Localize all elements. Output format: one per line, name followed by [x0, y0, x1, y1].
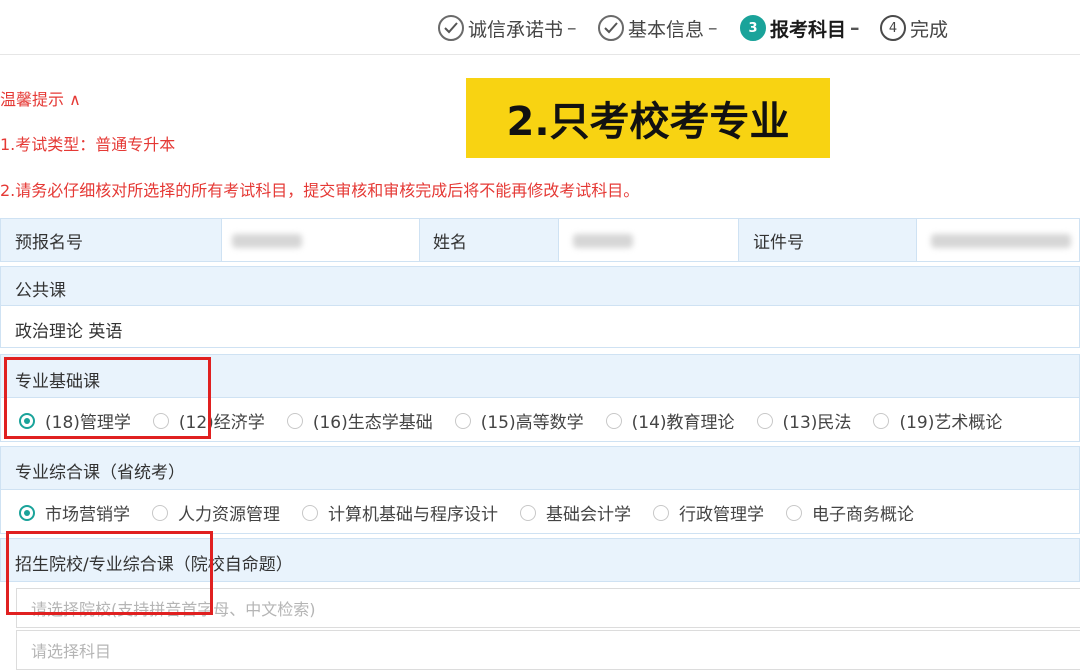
radio-icon[interactable] [302, 504, 318, 521]
comp-option-5[interactable]: 电子商务概论 [786, 500, 914, 525]
radio-selected-icon[interactable] [19, 504, 35, 521]
reg-number-value [222, 219, 419, 261]
option-label: 电子商务概论 [812, 505, 914, 525]
redacted-value [931, 234, 1071, 248]
basic-option-3[interactable]: (15)高等数学 [454, 408, 584, 433]
annotation-box-basic-course [4, 357, 211, 439]
public-course-title: 公共课 [15, 281, 66, 301]
step-4-number: 4 [880, 15, 906, 41]
basic-option-6[interactable]: (19)艺术概论 [873, 408, 1002, 433]
option-label: (13)民法 [782, 413, 852, 433]
comprehensive-course-body: 市场营销学 人力资源管理 计算机基础与程序设计 基础会计学 行政管理学 电子商务… [0, 490, 1080, 534]
option-label: (14)教育理论 [631, 413, 735, 433]
divider [738, 219, 739, 261]
comp-option-1[interactable]: 人力资源管理 [152, 500, 280, 525]
tips-toggle[interactable]: 温馨提示 ∧ [0, 86, 81, 110]
radio-icon[interactable] [873, 412, 890, 429]
public-course-body: 政治理论 英语 [0, 306, 1080, 348]
name-label: 姓名 [433, 232, 467, 253]
comprehensive-course-options: 市场营销学 人力资源管理 计算机基础与程序设计 基础会计学 行政管理学 电子商务… [19, 500, 936, 525]
step-4: 4 完成 [880, 13, 948, 43]
comp-option-2[interactable]: 计算机基础与程序设计 [302, 500, 498, 525]
applicant-info-row: 预报名号 姓名 证件号 [0, 218, 1080, 262]
step-2: 基本信息 – [598, 13, 718, 43]
check-icon [598, 15, 624, 41]
radio-icon[interactable] [653, 504, 669, 521]
tips-line-1: 1.考试类型：普通专升本 [0, 135, 176, 154]
comp-option-3[interactable]: 基础会计学 [520, 500, 631, 525]
step-separator: – [567, 17, 577, 39]
step-2-label: 基本信息 [628, 18, 705, 41]
option-label: (19)艺术概论 [899, 413, 1003, 433]
annotation-banner: 2.只考校考专业 [466, 78, 830, 158]
id-label: 证件号 [753, 232, 804, 253]
basic-option-5[interactable]: (13)民法 [756, 408, 852, 433]
step-3: 3 报考科目 – [740, 13, 860, 43]
option-label: 人力资源管理 [178, 505, 280, 525]
radio-icon[interactable] [454, 412, 471, 429]
public-course-value: 政治理论 英语 [15, 322, 123, 342]
divider [419, 219, 420, 261]
step-1: 诚信承诺书 – [438, 13, 577, 43]
name-value [559, 219, 738, 261]
comprehensive-course-header: 专业综合课（省统考） [0, 446, 1080, 490]
option-label: (16)生态学基础 [312, 413, 433, 433]
option-label: 行政管理学 [679, 505, 764, 525]
radio-icon[interactable] [152, 504, 168, 521]
option-label: 计算机基础与程序设计 [328, 505, 498, 525]
public-course-header: 公共课 [0, 266, 1080, 306]
option-label: (15)高等数学 [480, 413, 584, 433]
step-separator: – [708, 17, 718, 39]
step-3-number: 3 [740, 15, 766, 41]
comp-option-4[interactable]: 行政管理学 [653, 500, 764, 525]
comprehensive-course-title: 专业综合课（省统考） [15, 463, 185, 483]
basic-option-2[interactable]: (16)生态学基础 [286, 408, 433, 433]
step-3-label: 报考科目 [770, 18, 847, 41]
subject-select-input[interactable]: 请选择科目 [16, 630, 1080, 670]
radio-icon[interactable] [786, 504, 802, 521]
basic-option-4[interactable]: (14)教育理论 [605, 408, 735, 433]
id-value [917, 219, 1079, 261]
reg-number-label: 预报名号 [15, 232, 83, 253]
step-progress: 诚信承诺书 – 基本信息 – 3 报考科目 – 4 完成 [0, 0, 1080, 55]
option-label: 市场营销学 [45, 505, 130, 525]
option-label: 基础会计学 [546, 505, 631, 525]
tips-line-2: 2.请务必仔细核对所选择的所有考试科目，提交审核和审核完成后将不能再修改考试科目… [0, 181, 640, 200]
annotation-box-school-course [6, 531, 213, 615]
redacted-value [573, 234, 633, 248]
radio-icon[interactable] [756, 412, 773, 429]
step-1-label: 诚信承诺书 [468, 18, 564, 41]
step-separator: – [850, 17, 860, 39]
radio-icon[interactable] [286, 412, 303, 429]
redacted-value [232, 234, 302, 248]
step-4-label: 完成 [910, 18, 949, 41]
check-icon [438, 15, 464, 41]
radio-icon[interactable] [605, 412, 622, 429]
comp-option-0[interactable]: 市场营销学 [19, 500, 130, 525]
radio-icon[interactable] [520, 504, 536, 521]
